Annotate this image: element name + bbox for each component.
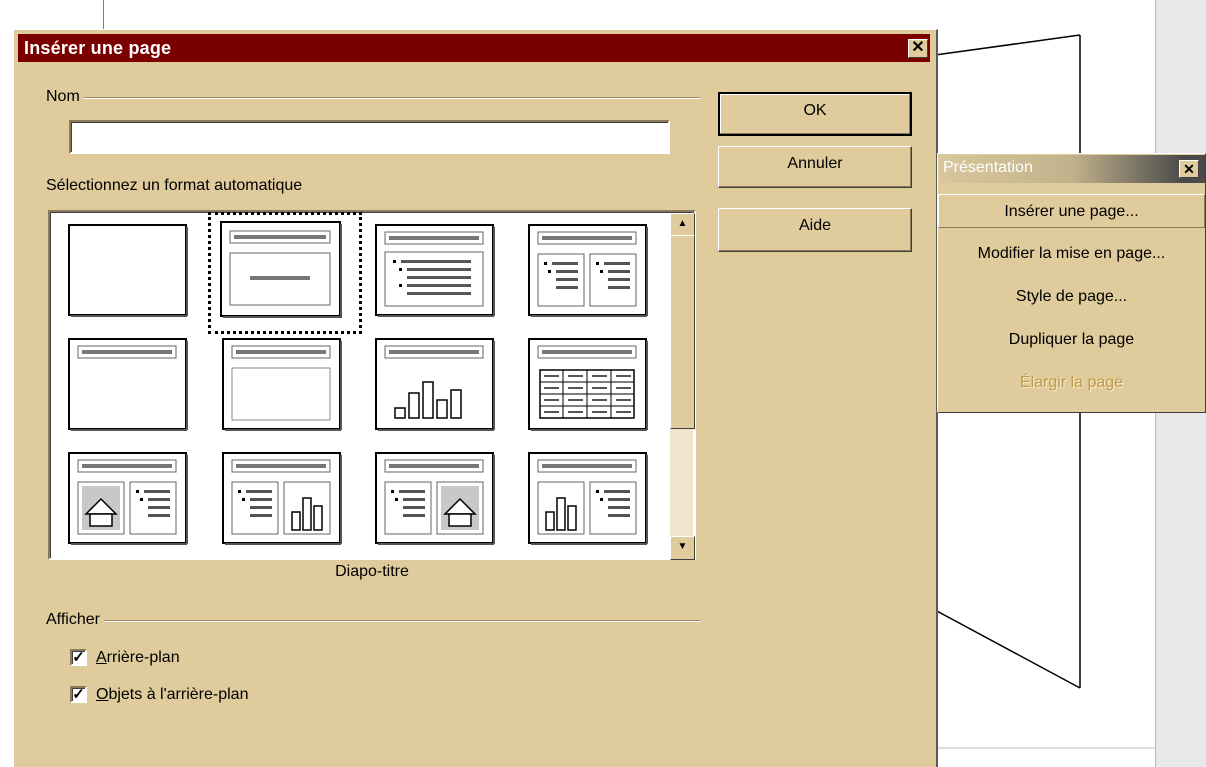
scroll-up-icon[interactable]: ▲: [670, 213, 695, 237]
scroll-down-icon[interactable]: ▼: [670, 536, 695, 560]
selected-layout-name: Diapo-titre: [335, 563, 409, 580]
layout-title-content[interactable]: [222, 338, 342, 432]
background-objects-checkbox[interactable]: ✓: [70, 686, 87, 703]
close-icon[interactable]: ✕: [1179, 160, 1199, 178]
expand-page-item: Élargir la page: [1019, 374, 1124, 391]
help-button[interactable]: Aide: [718, 208, 912, 252]
layout-title-chart[interactable]: [375, 338, 495, 432]
layout-title-slide[interactable]: [220, 221, 344, 319]
background-objects-checkbox-label[interactable]: Objets à l'arrière-plan: [96, 686, 248, 704]
layout-title-only[interactable]: [68, 338, 188, 432]
layout-scrollbar[interactable]: ▲ ▼: [670, 213, 695, 560]
modify-layout-item[interactable]: Modifier la mise en page...: [938, 237, 1205, 271]
cancel-button[interactable]: Annuler: [718, 146, 912, 188]
name-label: Nom: [46, 88, 84, 106]
layout-caption-area: Diapo-titre: [48, 560, 696, 590]
layout-title-list-clipart[interactable]: [375, 452, 495, 546]
layout-title-list[interactable]: [375, 224, 495, 318]
display-group-line: [50, 620, 700, 622]
presentation-toolbar-titlebar[interactable]: Présentation ✕: [939, 155, 1205, 183]
layout-title-clipart-list[interactable]: [68, 452, 188, 546]
layout-title-chart-list[interactable]: [528, 452, 648, 546]
workspace-edge: [103, 0, 104, 30]
duplicate-page-item[interactable]: Dupliquer la page: [938, 323, 1205, 357]
format-label: Sélectionnez un format automatique: [46, 177, 307, 195]
layout-title-2-lists[interactable]: [528, 224, 648, 318]
name-group-line: [50, 97, 700, 99]
background-checkbox[interactable]: ✓: [70, 649, 87, 666]
display-label: Afficher: [46, 611, 104, 629]
layout-title-table[interactable]: [528, 338, 648, 432]
background-checkbox-label[interactable]: Arrière-plan: [96, 649, 180, 667]
name-input[interactable]: [69, 120, 670, 154]
dialog-title: Insérer une page: [24, 38, 172, 58]
close-icon[interactable]: ✕: [908, 39, 928, 58]
layout-list[interactable]: [48, 210, 696, 560]
insert-page-item[interactable]: Insérer une page...: [938, 194, 1205, 228]
dialog-titlebar[interactable]: Insérer une page ✕: [18, 34, 930, 62]
layout-title-list-chart[interactable]: [222, 452, 342, 546]
layout-blank[interactable]: [68, 224, 188, 318]
scrollbar-thumb[interactable]: [670, 235, 695, 429]
presentation-toolbar-title: Présentation: [943, 159, 1033, 176]
page-style-item[interactable]: Style de page...: [938, 280, 1205, 314]
ok-button[interactable]: OK: [718, 92, 912, 136]
